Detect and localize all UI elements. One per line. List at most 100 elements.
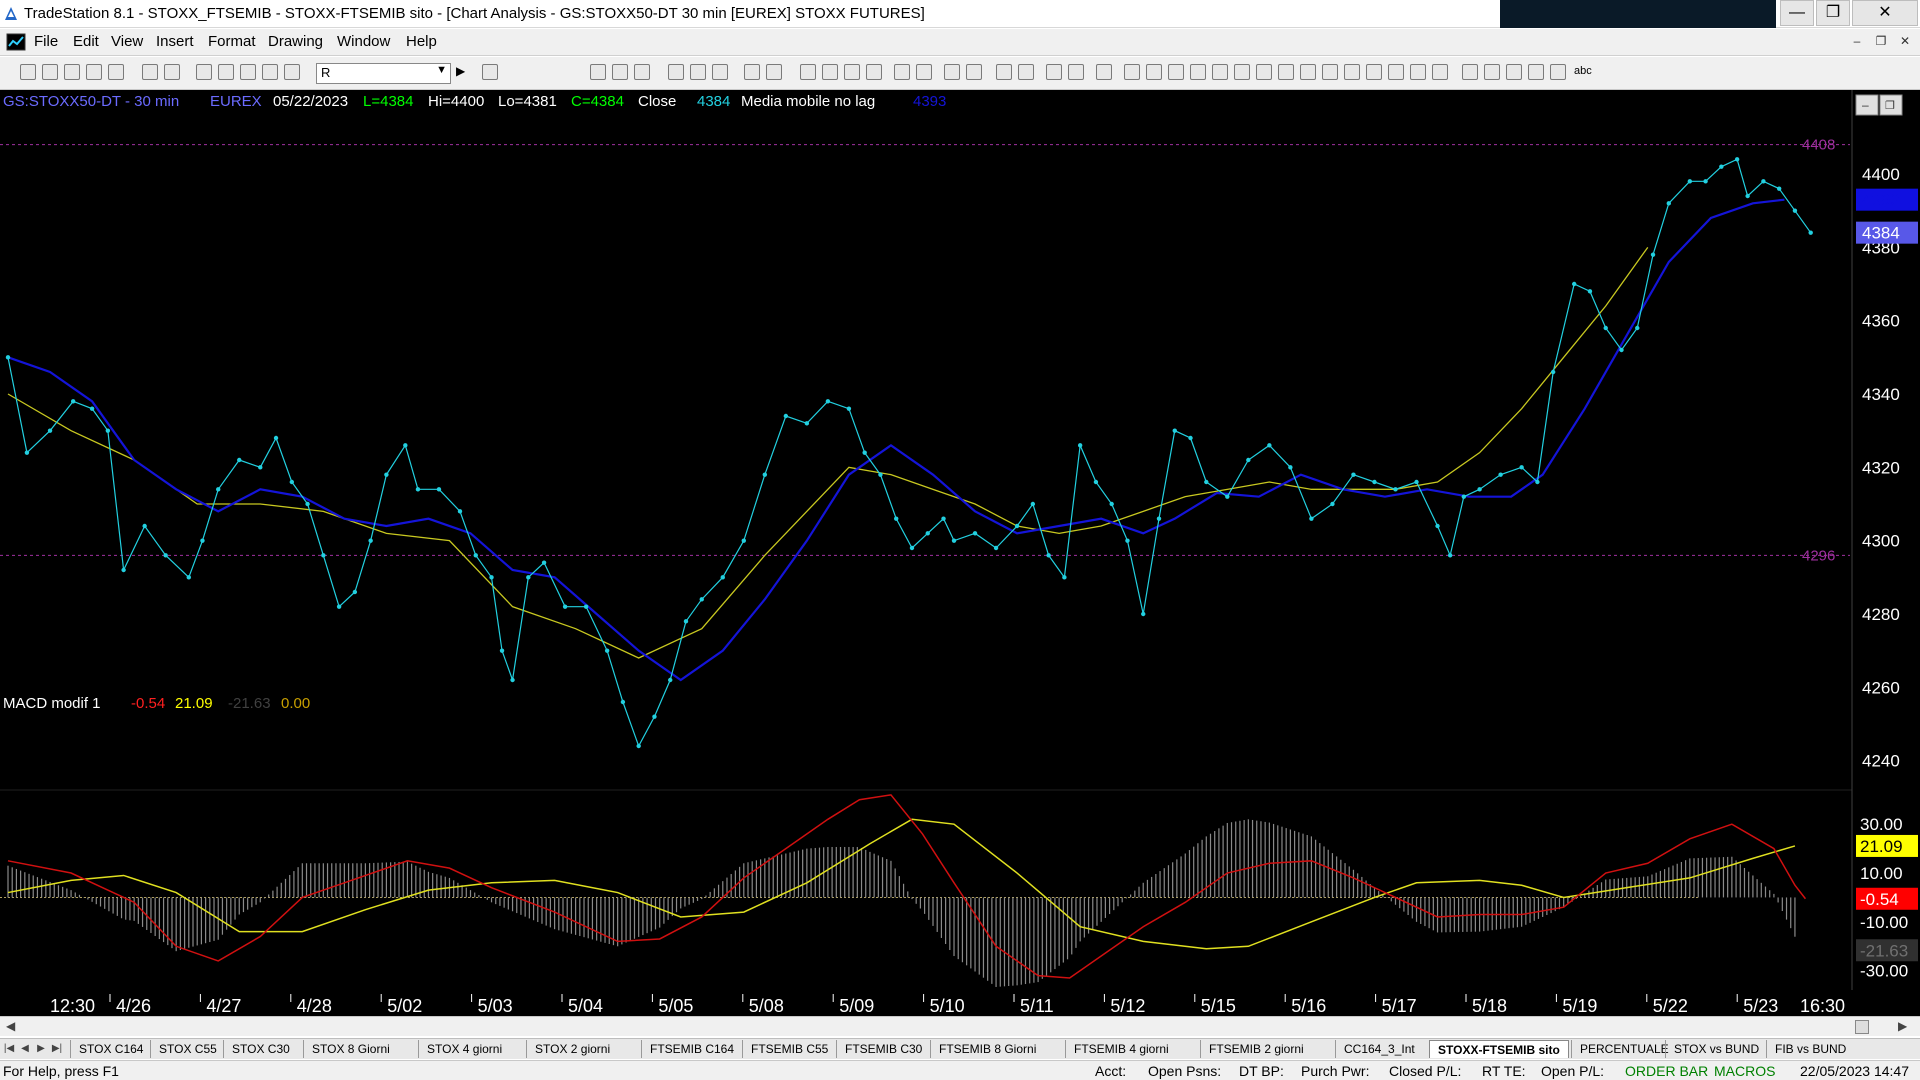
save-icon[interactable] — [64, 64, 80, 80]
trendline-icon[interactable] — [1124, 64, 1140, 80]
mdi-close-button[interactable]: ✕ — [1894, 32, 1916, 52]
data-window-icon[interactable] — [766, 64, 782, 80]
print-icon[interactable] — [142, 64, 158, 80]
curve-icon[interactable] — [1462, 64, 1478, 80]
menu-window[interactable]: Window — [337, 33, 390, 50]
tab-ftsemib-4-giorni[interactable]: FTSEMIB 4 giorni — [1065, 1040, 1177, 1058]
rectangle-icon[interactable] — [1550, 64, 1566, 80]
tab-stox-4-giorni[interactable]: STOX 4 giorni — [418, 1040, 510, 1058]
menu-file[interactable]: File — [34, 33, 58, 50]
expand-icon[interactable] — [894, 64, 910, 80]
andrews-icon[interactable] — [1256, 64, 1272, 80]
tab-stox-c30[interactable]: STOX C30 — [223, 1040, 298, 1058]
folder-icon[interactable] — [108, 64, 124, 80]
dot-chart-icon[interactable] — [866, 64, 882, 80]
horizontal-scrollbar[interactable]: ◀ ▶ — [0, 1016, 1920, 1036]
compress-icon[interactable] — [916, 64, 932, 80]
angle-icon[interactable] — [1322, 64, 1338, 80]
tab-ftsemib-2-giorni[interactable]: FTSEMIB 2 giorni — [1200, 1040, 1312, 1058]
lock-icon[interactable] — [240, 64, 256, 80]
menu-help[interactable]: Help — [406, 33, 437, 50]
pencil-icon[interactable] — [1432, 64, 1448, 80]
macros-button[interactable]: MACROS — [1714, 1063, 1775, 1079]
tab-percentuale[interactable]: PERCENTUALE — [1571, 1040, 1677, 1058]
strategy-icon[interactable] — [690, 64, 706, 80]
scroll-right-icon[interactable]: ▶ — [1898, 1019, 1907, 1033]
horizontal-lines-icon[interactable] — [1168, 64, 1184, 80]
alert-icon[interactable] — [712, 64, 728, 80]
snap-icon[interactable] — [1096, 64, 1112, 80]
cut-icon[interactable] — [196, 64, 212, 80]
gann-fan-icon[interactable] — [1212, 64, 1228, 80]
menu-edit[interactable]: Edit — [73, 33, 99, 50]
zoom-out-icon[interactable] — [966, 64, 982, 80]
bar-chart-icon[interactable] — [800, 64, 816, 80]
new-icon[interactable] — [20, 64, 36, 80]
tab-ftsemib-c30[interactable]: FTSEMIB C30 — [836, 1040, 930, 1058]
down-arrow-icon[interactable] — [1484, 64, 1500, 80]
chart-canvas[interactable]: 4408 4296 GS:STOXX50-DT - 30 min EUREX 05… — [0, 90, 1920, 1016]
format-icon[interactable] — [1068, 64, 1084, 80]
prev-tab-icon[interactable]: ◀ — [18, 1041, 32, 1057]
open-icon[interactable] — [42, 64, 58, 80]
radarscreen-icon[interactable] — [612, 64, 628, 80]
first-tab-icon[interactable]: |◀ — [2, 1041, 16, 1057]
fib-fan-icon[interactable] — [1410, 64, 1426, 80]
mdi-minimize-button[interactable]: – — [1846, 32, 1868, 52]
chevron-down-icon[interactable]: ▼ — [436, 64, 447, 76]
tab-fib-vs-bund[interactable]: FIB vs BUND — [1766, 1040, 1854, 1058]
measure-icon[interactable] — [1344, 64, 1360, 80]
tab-ftsemib-8-giorni[interactable]: FTSEMIB 8 Giorni — [930, 1040, 1044, 1058]
up-arrow-icon[interactable] — [1506, 64, 1522, 80]
indicator-icon[interactable] — [744, 64, 760, 80]
find-symbol-icon[interactable] — [482, 64, 498, 80]
link-icon[interactable] — [262, 64, 278, 80]
tab-stox-2-giorni[interactable]: STOX 2 giorni — [526, 1040, 618, 1058]
regression-icon[interactable] — [1300, 64, 1316, 80]
scroll-left-icon[interactable]: ◀ — [6, 1019, 15, 1033]
parallel-lines-icon[interactable] — [1366, 64, 1382, 80]
candle-chart-icon[interactable] — [822, 64, 838, 80]
next-tab-icon[interactable]: ▶ — [34, 1041, 48, 1057]
tab-stox-8-giorni[interactable]: STOX 8 Giorni — [303, 1040, 398, 1058]
fib-time-icon[interactable] — [1278, 64, 1294, 80]
mdi-restore-button[interactable]: ❐ — [1870, 32, 1892, 52]
ellipse-icon[interactable] — [1528, 64, 1544, 80]
zoom-in-icon[interactable] — [944, 64, 960, 80]
scroll-thumb[interactable] — [1855, 1020, 1869, 1034]
trade-bar-icon[interactable] — [1018, 64, 1034, 80]
fib-retracement-icon[interactable] — [1190, 64, 1206, 80]
tab-stox-c55[interactable]: STOX C55 — [150, 1040, 225, 1058]
chart-window[interactable]: 4408 4296 GS:STOXX50-DT - 30 min EUREX 05… — [0, 90, 1920, 1023]
chart-analysis-icon[interactable] — [590, 64, 606, 80]
maximize-button[interactable]: ❐ — [1816, 0, 1850, 26]
vertical-lines-icon[interactable] — [1146, 64, 1162, 80]
pointer-icon[interactable] — [996, 64, 1012, 80]
scanner-icon[interactable] — [668, 64, 684, 80]
order-bar-button[interactable]: ORDER BAR — [1625, 1063, 1708, 1079]
tab-ftsemib-c164[interactable]: FTSEMIB C164 — [641, 1040, 742, 1058]
go-arrow-icon[interactable]: ▶ — [456, 64, 465, 78]
macro-icon[interactable] — [284, 64, 300, 80]
menu-insert[interactable]: Insert — [156, 33, 194, 50]
print-preview-icon[interactable] — [164, 64, 180, 80]
tab-stoxx-ftsemib-sito[interactable]: STOXX-FTSEMIB sito — [1429, 1040, 1569, 1058]
tab-ftsemib-c55[interactable]: FTSEMIB C55 — [742, 1040, 836, 1058]
menu-format[interactable]: Format — [208, 33, 256, 50]
menu-drawing[interactable]: Drawing — [268, 33, 323, 50]
fib-arcs-icon[interactable] — [1388, 64, 1404, 80]
last-tab-icon[interactable]: ▶| — [50, 1041, 64, 1057]
workspace-icon[interactable] — [86, 64, 102, 80]
minimize-button[interactable]: — — [1780, 0, 1814, 26]
menu-view[interactable]: View — [111, 33, 143, 50]
tab-stox-c164[interactable]: STOX C164 — [70, 1040, 151, 1058]
symbol-input[interactable]: R ▼ — [316, 63, 451, 84]
matrix-icon[interactable] — [634, 64, 650, 80]
tab-cc164-3-int[interactable]: CC164_3_Int — [1335, 1040, 1423, 1058]
text-tool-icon[interactable]: abc — [1574, 65, 1592, 77]
copy-icon[interactable] — [218, 64, 234, 80]
speed-lines-icon[interactable] — [1234, 64, 1250, 80]
close-button[interactable]: ✕ — [1852, 0, 1918, 26]
line-chart-icon[interactable] — [844, 64, 860, 80]
tab-stox-vs-bund[interactable]: STOX vs BUND — [1665, 1040, 1767, 1058]
